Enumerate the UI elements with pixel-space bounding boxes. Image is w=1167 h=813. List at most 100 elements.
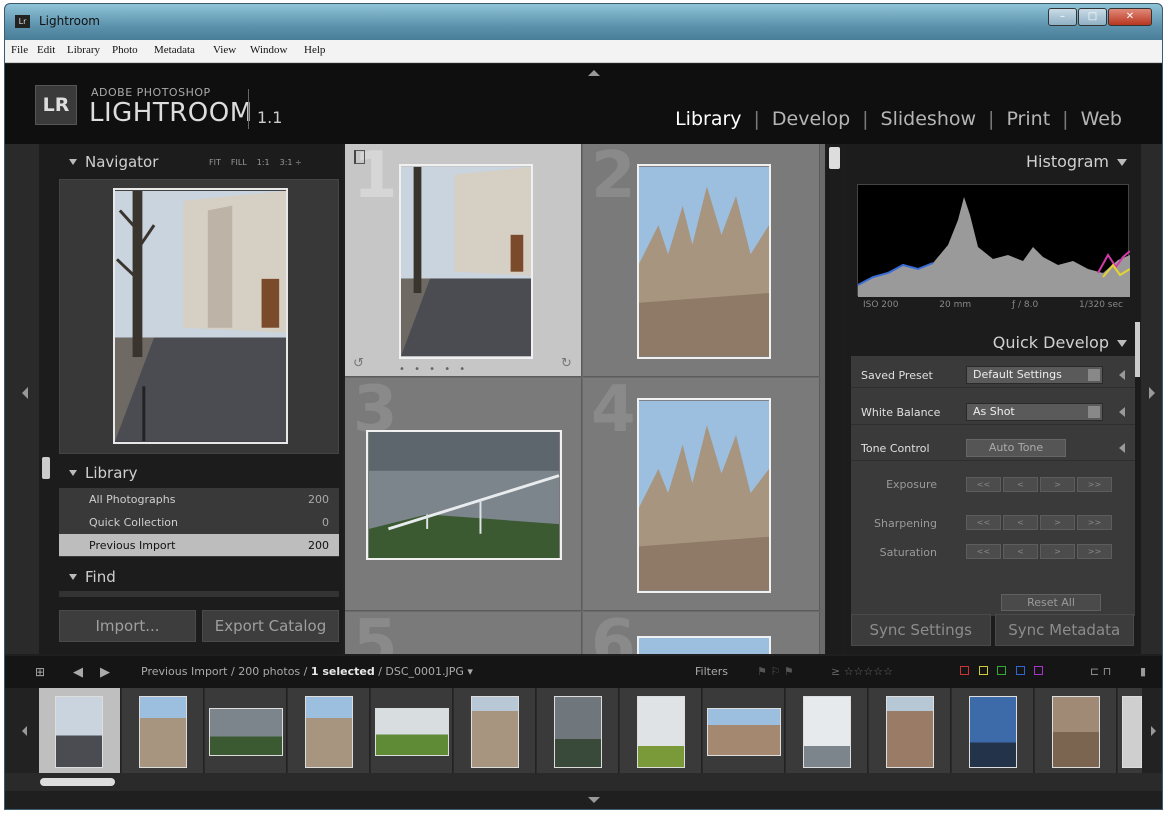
filmstrip-cell[interactable]: [288, 688, 370, 773]
grid-cell[interactable]: 3: [345, 378, 582, 611]
saturation-down[interactable]: <: [1003, 544, 1038, 559]
module-library[interactable]: Library: [675, 108, 741, 130]
sync-metadata-button[interactable]: Sync Metadata: [994, 614, 1134, 646]
grid-cell[interactable]: 6: [583, 612, 820, 654]
grid-view-icon[interactable]: ⊞: [35, 665, 45, 679]
rating-dots[interactable]: • • • • •: [399, 364, 468, 375]
module-develop[interactable]: Develop: [772, 108, 850, 130]
left-panel-edge[interactable]: [5, 144, 39, 654]
navigator-header[interactable]: Navigator FIT FILL 1:1 3:1 ÷: [39, 146, 343, 176]
menu-metadata[interactable]: Metadata: [154, 44, 195, 56]
library-header[interactable]: Library: [39, 457, 343, 487]
saturation-up-large[interactable]: >>: [1077, 544, 1112, 559]
rotate-right-icon[interactable]: ↻: [561, 356, 572, 371]
maximize-button[interactable]: □: [1078, 8, 1107, 26]
zoom-1-1[interactable]: 1:1: [257, 158, 270, 167]
menu-view[interactable]: View: [213, 44, 236, 56]
flag-filter-icons[interactable]: ⚑ ⚐ ⚑: [757, 665, 794, 678]
filmstrip-cell[interactable]: [205, 688, 287, 773]
filmstrip-right-edge[interactable]: [1143, 688, 1162, 773]
close-button[interactable]: ✕: [1108, 8, 1152, 26]
menu-window[interactable]: Window: [250, 44, 287, 56]
saturation-up[interactable]: >: [1040, 544, 1075, 559]
filmstrip-cell[interactable]: [1118, 688, 1143, 773]
white-balance-select[interactable]: As Shot: [966, 403, 1103, 421]
right-panel-scrollbar[interactable]: [1135, 322, 1140, 377]
filmstrip-left-edge[interactable]: [5, 688, 39, 773]
back-arrow-icon[interactable]: ◀: [73, 665, 83, 680]
right-panel-edge[interactable]: [1141, 144, 1162, 654]
saved-preset-select[interactable]: Default Settings: [966, 366, 1103, 384]
reset-all-button[interactable]: Reset All: [1001, 594, 1101, 611]
library-item-all-photographs[interactable]: All Photographs 200: [59, 488, 339, 511]
bottom-panel-toggle-icon[interactable]: [588, 797, 600, 803]
filmstrip-scrollbar[interactable]: [40, 778, 115, 786]
exposure-up-large[interactable]: >>: [1077, 477, 1112, 492]
grid-cell[interactable]: 5: [345, 612, 582, 654]
filter-lock-icon[interactable]: ⊏ ⊓: [1090, 665, 1111, 678]
grid-cell[interactable]: 1 • • • • • ↺ ↻: [345, 144, 582, 377]
photo-thumbnail[interactable]: [366, 430, 562, 560]
photo-thumbnail[interactable]: [637, 398, 771, 593]
filmstrip-cell[interactable]: [1035, 688, 1117, 773]
filmstrip-cell[interactable]: [952, 688, 1034, 773]
library-item-previous-import[interactable]: Previous Import 200: [59, 534, 339, 557]
sharpening-down[interactable]: <: [1003, 515, 1038, 530]
filmstrip-right-icon[interactable]: [1151, 726, 1156, 736]
menu-photo[interactable]: Photo: [112, 44, 138, 56]
sharpening-up[interactable]: >: [1040, 515, 1075, 530]
saturation-down-large[interactable]: <<: [966, 544, 1001, 559]
filmstrip-source[interactable]: Previous Import / 200 photos / 1 selecte…: [141, 665, 473, 678]
filmstrip-cell[interactable]: [454, 688, 536, 773]
right-panel-toggle-icon[interactable]: [1149, 387, 1155, 399]
grid-cell[interactable]: 4: [583, 378, 820, 611]
find-header[interactable]: Find: [39, 561, 343, 591]
filmstrip-cell[interactable]: [537, 688, 619, 773]
filmstrip-cell[interactable]: [786, 688, 868, 773]
module-slideshow[interactable]: Slideshow: [881, 108, 976, 130]
menu-edit[interactable]: Edit: [37, 44, 55, 56]
photo-thumbnail[interactable]: [399, 164, 533, 359]
sharpening-down-large[interactable]: <<: [966, 515, 1001, 530]
menu-library[interactable]: Library: [67, 44, 100, 56]
yellow-label-icon[interactable]: [978, 666, 988, 675]
filmstrip-left-icon[interactable]: [22, 726, 27, 736]
top-panel-toggle-icon[interactable]: [588, 70, 600, 76]
exposure-down[interactable]: <: [1003, 477, 1038, 492]
exposure-up[interactable]: >: [1040, 477, 1075, 492]
photo-thumbnail[interactable]: [637, 164, 771, 359]
green-label-icon[interactable]: [997, 666, 1006, 675]
zoom-fill[interactable]: FILL: [231, 158, 247, 167]
filmstrip-cell[interactable]: [703, 688, 785, 773]
grid-scrollbar[interactable]: [826, 144, 844, 654]
forward-arrow-icon[interactable]: ▶: [100, 665, 110, 680]
module-web[interactable]: Web: [1081, 108, 1122, 130]
collapse-arrow-icon[interactable]: [1119, 370, 1125, 380]
find-field[interactable]: [59, 591, 339, 597]
menu-file[interactable]: File: [11, 44, 28, 56]
zoom-fit[interactable]: FIT: [209, 158, 221, 167]
histogram-header[interactable]: Histogram: [1026, 152, 1127, 171]
title-bar[interactable]: Lr Lightroom – □ ✕: [5, 4, 1162, 40]
grid-scroll-thumb[interactable]: [829, 147, 840, 169]
exposure-down-large[interactable]: <<: [966, 477, 1001, 492]
collapse-arrow-icon[interactable]: [1119, 407, 1125, 417]
filmstrip-cell[interactable]: [620, 688, 702, 773]
import-button[interactable]: Import...: [59, 610, 196, 642]
filmstrip-cell[interactable]: [869, 688, 951, 773]
quick-develop-header[interactable]: Quick Develop: [993, 333, 1127, 352]
export-catalog-button[interactable]: Export Catalog: [202, 610, 339, 642]
filmstrip-cell[interactable]: [122, 688, 204, 773]
rating-filter[interactable]: ≥ ☆☆☆☆☆: [831, 665, 893, 678]
red-label-icon[interactable]: [960, 666, 969, 675]
sharpening-up-large[interactable]: >>: [1077, 515, 1112, 530]
library-item-quick-collection[interactable]: Quick Collection 0: [59, 511, 339, 534]
zoom-3-1[interactable]: 3:1 ÷: [280, 158, 302, 167]
grid-cell[interactable]: 2: [583, 144, 820, 377]
purple-label-icon[interactable]: [1034, 666, 1043, 675]
filmstrip-cell[interactable]: [371, 688, 453, 773]
rotate-left-icon[interactable]: ↺: [353, 356, 364, 371]
auto-tone-button[interactable]: Auto Tone: [966, 439, 1066, 457]
module-print[interactable]: Print: [1006, 108, 1050, 130]
filmstrip-toggle-icon[interactable]: ▮: [1140, 665, 1146, 678]
